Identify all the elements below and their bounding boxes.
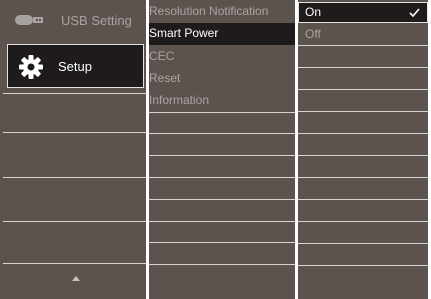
menu-item-label: Setup — [58, 59, 92, 74]
submenu-item-cec[interactable]: CEC — [149, 46, 295, 68]
divider — [3, 263, 146, 264]
menu-item-label: USB Setting — [61, 13, 132, 28]
divider — [149, 155, 295, 156]
up-arrow-icon[interactable] — [72, 276, 80, 281]
divider — [149, 133, 295, 134]
divider — [298, 111, 428, 112]
divider — [298, 133, 428, 134]
submenu-item-resolution-notification[interactable]: Resolution Notification — [149, 1, 295, 23]
submenu-item-label: Resolution Notification — [149, 4, 269, 18]
submenu-item-label: CEC — [149, 49, 175, 63]
gear-icon — [19, 55, 43, 79]
divider — [298, 243, 428, 244]
divider — [3, 221, 146, 222]
submenu-item-smart-power[interactable]: Smart Power — [149, 23, 295, 45]
check-icon — [409, 8, 420, 17]
submenu-item-label: Information — [149, 93, 210, 107]
option-off[interactable]: Off — [298, 25, 428, 45]
divider — [298, 67, 428, 68]
divider — [149, 112, 295, 113]
divider — [298, 265, 428, 266]
divider — [149, 242, 295, 243]
divider — [298, 221, 428, 222]
option-label: Off — [305, 27, 321, 41]
divider — [149, 177, 295, 178]
divider — [298, 89, 428, 90]
divider — [298, 177, 428, 178]
submenu-item-information[interactable]: Information — [149, 90, 295, 112]
option-label: On — [305, 5, 322, 19]
divider — [3, 132, 146, 133]
option-on[interactable]: On — [298, 2, 428, 23]
main-menu-column: USB Setting Setup — [3, 0, 146, 299]
divider — [149, 264, 295, 265]
menu-item-usb-setting[interactable]: USB Setting — [3, 0, 146, 42]
divider — [298, 155, 428, 156]
monitor-osd-menu: USB Setting Setup Resolution Notificatio… — [0, 0, 431, 299]
submenu-item-label: Reset — [149, 71, 181, 85]
divider — [3, 177, 146, 178]
submenu-item-label: Smart Power — [149, 26, 219, 40]
submenu-column: Resolution Notification Smart Power CEC … — [149, 0, 295, 299]
divider — [3, 93, 146, 94]
submenu-item-reset[interactable]: Reset — [149, 68, 295, 90]
divider — [149, 199, 295, 200]
divider — [298, 199, 428, 200]
options-column: On Off — [298, 0, 428, 299]
divider — [149, 221, 295, 222]
usb-icon — [15, 15, 43, 25]
divider — [298, 45, 428, 46]
menu-item-setup[interactable]: Setup — [7, 44, 144, 88]
